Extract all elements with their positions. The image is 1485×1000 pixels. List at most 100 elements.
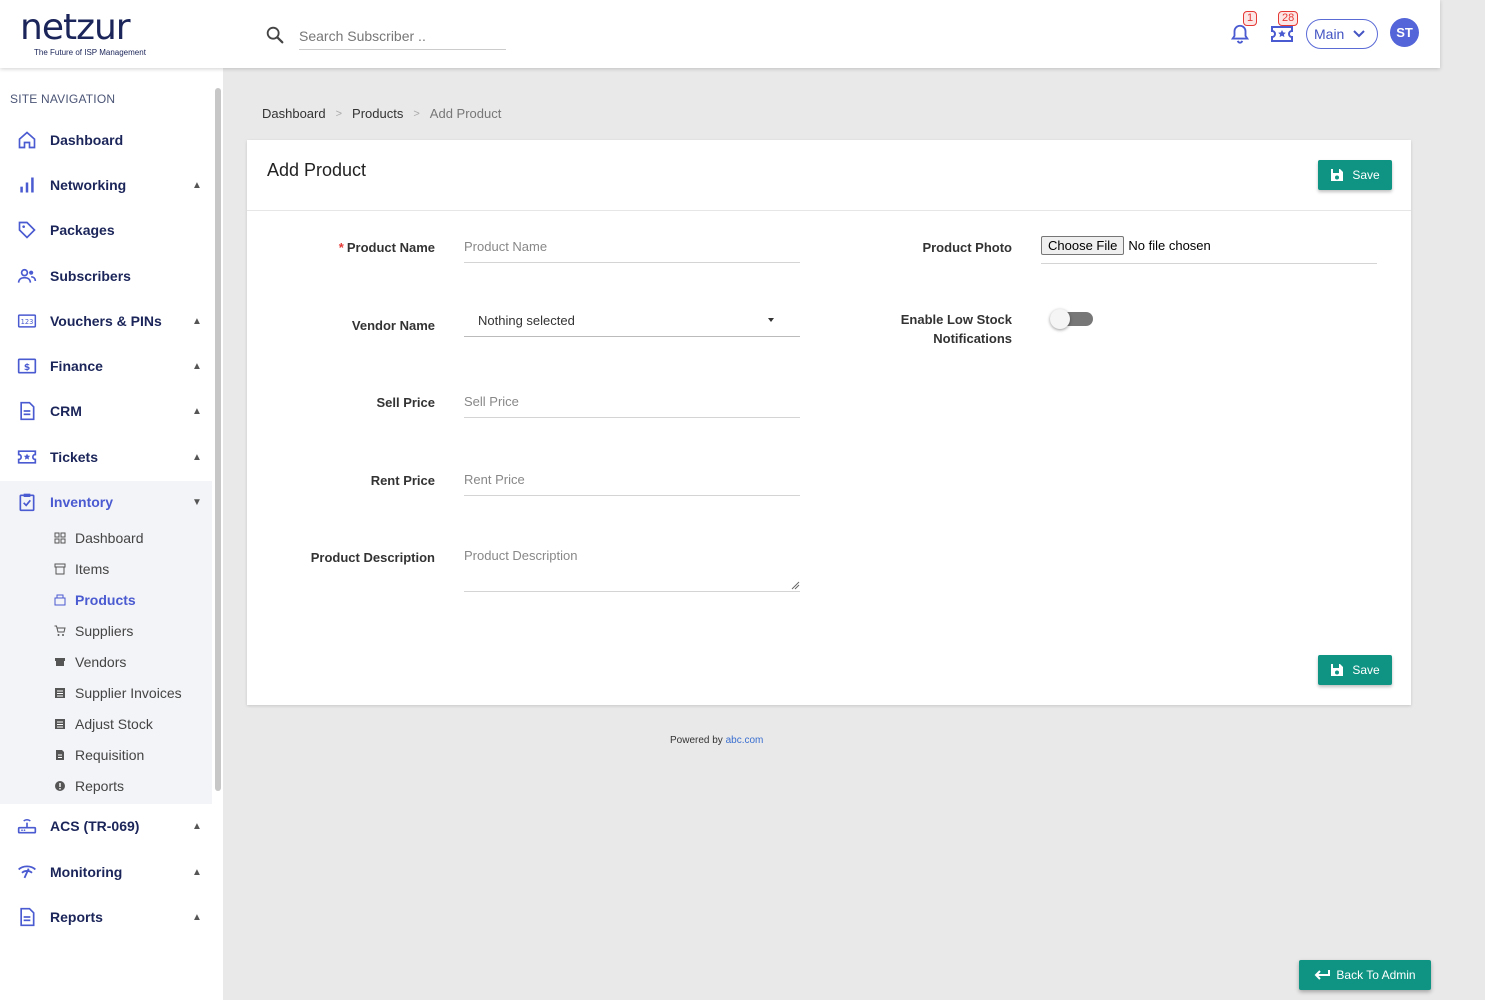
svg-text:$: $ bbox=[24, 362, 30, 373]
sub-item-label: Dashboard bbox=[75, 530, 144, 546]
sidebar-item-packages[interactable]: Packages bbox=[0, 212, 212, 248]
save-button-bottom[interactable]: Save bbox=[1318, 655, 1392, 685]
sidebar-item-label: Packages bbox=[50, 222, 115, 238]
clipboard-check-icon bbox=[19, 493, 35, 512]
tag-icon bbox=[18, 221, 36, 239]
sub-item-label: Suppliers bbox=[75, 623, 134, 639]
document-icon bbox=[20, 401, 35, 421]
powered-by: Powered by abc.com bbox=[670, 735, 763, 746]
return-arrow-icon bbox=[1315, 970, 1331, 980]
rent-price-input[interactable] bbox=[464, 464, 800, 496]
file-status: No file chosen bbox=[1128, 238, 1211, 253]
inventory-sub-requisition[interactable]: Requisition bbox=[54, 745, 144, 765]
sidebar-item-label: Monitoring bbox=[50, 864, 123, 880]
sidebar-item-networking[interactable]: Networking ▲ bbox=[0, 167, 212, 203]
vendor-name-label: Vendor Name bbox=[351, 318, 435, 333]
inventory-sub-dashboard[interactable]: Dashboard bbox=[54, 528, 144, 548]
inventory-sub-reports[interactable]: Reports bbox=[54, 776, 124, 796]
product-description-textarea[interactable] bbox=[464, 542, 800, 592]
sidebar-item-finance[interactable]: $ Finance ▲ bbox=[0, 348, 212, 384]
report-icon bbox=[20, 907, 35, 927]
inventory-sub-suppliers[interactable]: Suppliers bbox=[54, 621, 133, 641]
sidebar-item-tickets[interactable]: Tickets ▲ bbox=[0, 439, 212, 475]
branch-dropdown[interactable]: Main bbox=[1306, 19, 1378, 49]
low-stock-label-line1: Enable Low Stock bbox=[900, 312, 1012, 327]
breadcrumb-products[interactable]: Products bbox=[352, 106, 403, 121]
avatar[interactable]: ST bbox=[1390, 18, 1419, 47]
breadcrumb-current: Add Product bbox=[429, 106, 502, 121]
logo[interactable]: netzur The Future of ISP Management bbox=[20, 7, 146, 58]
sidebar-item-label: CRM bbox=[50, 403, 82, 419]
powered-by-text: Powered by bbox=[670, 735, 723, 746]
sidebar-item-monitoring[interactable]: Monitoring ▲ bbox=[0, 854, 212, 890]
breadcrumb-dashboard[interactable]: Dashboard bbox=[262, 106, 326, 121]
sidebar-item-inventory[interactable]: Inventory ▼ bbox=[0, 484, 212, 520]
logo-tagline: The Future of ISP Management bbox=[34, 48, 146, 57]
required-asterisk: * bbox=[338, 240, 344, 255]
sidebar-item-label: ACS (TR-069) bbox=[50, 818, 140, 834]
sidebar-item-crm[interactable]: CRM ▲ bbox=[0, 393, 212, 429]
save-button-top[interactable]: Save bbox=[1318, 160, 1392, 190]
sub-item-label: Supplier Invoices bbox=[75, 685, 182, 701]
back-to-admin-button[interactable]: Back To Admin bbox=[1299, 960, 1431, 990]
logo-text: netzur bbox=[20, 7, 131, 48]
caret-down-icon: ▼ bbox=[192, 496, 202, 508]
wifi-signal-icon bbox=[18, 865, 36, 879]
inventory-sub-products[interactable]: Products bbox=[54, 590, 136, 610]
product-photo-input: Choose File No file chosen bbox=[1041, 236, 1377, 264]
sidebar: SITE NAVIGATION Dashboard Networking ▲ P… bbox=[0, 68, 223, 1000]
caret-up-icon: ▲ bbox=[192, 911, 202, 923]
dollar-icon: $ bbox=[17, 358, 37, 374]
cart-icon bbox=[54, 625, 66, 636]
sidebar-title: SITE NAVIGATION bbox=[10, 92, 116, 106]
low-stock-toggle[interactable] bbox=[1050, 309, 1093, 329]
tickets-button[interactable] bbox=[1270, 24, 1294, 49]
caret-up-icon: ▲ bbox=[192, 405, 202, 417]
store-icon bbox=[55, 658, 65, 666]
sell-price-label: Sell Price bbox=[376, 395, 435, 410]
branch-label: Main bbox=[1314, 26, 1345, 42]
sidebar-item-label: Networking bbox=[50, 177, 127, 193]
save-label: Save bbox=[1352, 663, 1380, 677]
save-label: Save bbox=[1352, 168, 1380, 182]
vendor-name-select[interactable]: Nothing selected bbox=[464, 304, 800, 337]
sidebar-scrollbar[interactable] bbox=[215, 88, 221, 791]
chevron-down-icon bbox=[1353, 30, 1366, 38]
inventory-sub-supplier-invoices[interactable]: Supplier Invoices bbox=[54, 683, 182, 703]
resize-grip-icon[interactable] bbox=[791, 581, 800, 590]
back-to-admin-label: Back To Admin bbox=[1336, 968, 1416, 982]
sidebar-item-dashboard[interactable]: Dashboard bbox=[0, 122, 212, 158]
choose-file-button[interactable]: Choose File bbox=[1041, 236, 1125, 255]
product-name-input[interactable] bbox=[464, 231, 800, 263]
product-name-label: * Product Name bbox=[307, 240, 435, 255]
sell-price-input[interactable] bbox=[464, 386, 800, 418]
low-stock-label-line2: Notifications bbox=[933, 331, 1012, 346]
caret-up-icon: ▲ bbox=[192, 179, 202, 191]
breadcrumb-separator: > bbox=[413, 107, 420, 120]
product-photo-label: Product Photo bbox=[922, 240, 1012, 255]
search-box bbox=[264, 22, 506, 51]
divider bbox=[247, 210, 1411, 211]
save-icon bbox=[1331, 664, 1344, 676]
vendor-select-value: Nothing selected bbox=[478, 312, 575, 328]
notifications-button[interactable] bbox=[1229, 22, 1251, 51]
sidebar-item-vouchers[interactable]: 123 Vouchers & PINs ▲ bbox=[0, 303, 212, 339]
inventory-sub-vendors[interactable]: Vendors bbox=[54, 652, 126, 672]
sidebar-item-subscribers[interactable]: Subscribers bbox=[0, 258, 212, 294]
search-input[interactable] bbox=[299, 22, 506, 50]
inventory-sub-adjust-stock[interactable]: Adjust Stock bbox=[54, 714, 153, 734]
low-stock-label: Enable Low Stock Notifications bbox=[867, 310, 1012, 348]
pin-123-icon: 123 bbox=[17, 314, 37, 328]
search-icon[interactable] bbox=[264, 24, 286, 46]
sidebar-item-label: Reports bbox=[50, 909, 103, 925]
powered-by-link[interactable]: abc.com bbox=[726, 735, 764, 746]
sidebar-item-acs[interactable]: ACS (TR-069) ▲ bbox=[0, 808, 212, 844]
breadcrumb-separator: > bbox=[335, 107, 343, 120]
inventory-sub-items[interactable]: Items bbox=[54, 559, 109, 579]
sidebar-item-reports[interactable]: Reports ▲ bbox=[0, 899, 212, 935]
sub-item-label: Reports bbox=[75, 778, 125, 794]
rent-price-label: Rent Price bbox=[370, 473, 435, 488]
products-icon bbox=[54, 594, 66, 606]
page-title: Add Product bbox=[267, 160, 367, 180]
sidebar-item-label: Vouchers & PINs bbox=[50, 313, 162, 329]
